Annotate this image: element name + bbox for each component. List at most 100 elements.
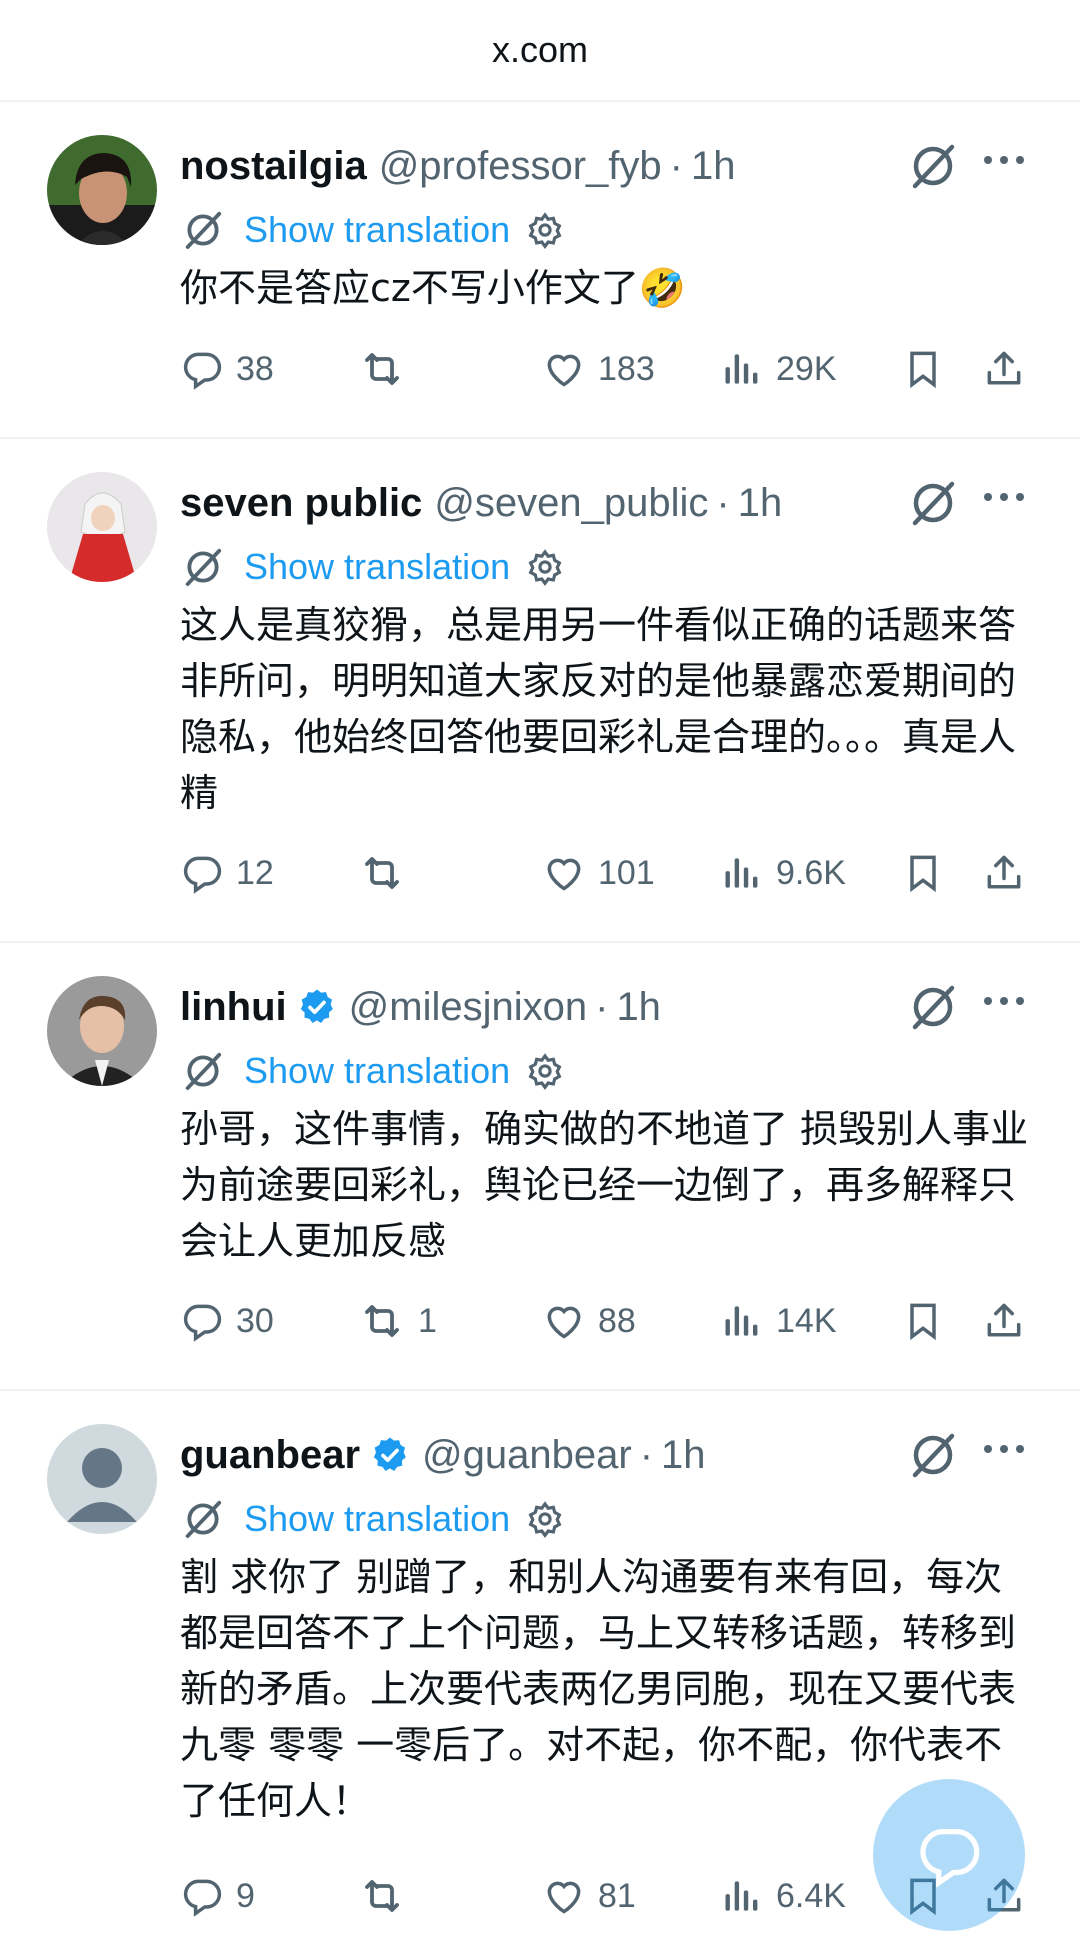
url-text: x.com [491,29,588,70]
display-name[interactable]: seven public [180,481,422,526]
grok-icon[interactable] [906,1428,960,1487]
views-button[interactable]: 6.4K [720,1866,846,1926]
views-icon [725,354,758,384]
verified-badge-icon [370,1435,410,1475]
translate-grok-icon [180,207,226,253]
user-handle[interactable]: @milesjnixon [349,985,587,1030]
reply-button[interactable]: 38 [180,339,274,399]
avatar[interactable] [47,1424,157,1534]
compose-reply-button[interactable] [873,1779,1025,1931]
action-bar: 12 101 9.6K [180,843,1080,903]
reply-count: 38 [236,349,274,388]
show-translation-link[interactable]: Show translation [244,209,510,251]
timestamp[interactable]: 1h [738,481,783,526]
post-2[interactable]: linhui @milesjnixon · 1h Show translatio… [0,943,1080,1391]
action-bar: 30 1 88 14K [180,1291,1080,1351]
views-button[interactable]: 9.6K [720,843,846,903]
post-1[interactable]: seven public @seven_public · 1h Show tra… [0,439,1080,943]
like-count: 183 [598,349,655,388]
heart-icon [547,1881,581,1914]
like-button[interactable]: 183 [542,339,655,399]
grok-icon[interactable] [906,980,960,1039]
show-translation-link[interactable]: Show translation [244,1050,510,1092]
share-icon [987,351,1021,385]
display-name[interactable]: nostailgia [180,144,367,189]
reply-count: 30 [236,1301,274,1340]
avatar[interactable] [47,135,157,245]
user-handle[interactable]: @professor_fyb [379,144,662,189]
timestamp[interactable]: 1h [661,1433,706,1478]
grok-icon[interactable] [906,476,960,535]
bookmark-icon [910,855,936,893]
like-count: 88 [598,1301,636,1340]
avatar[interactable] [47,976,157,1086]
show-translation-link[interactable]: Show translation [244,546,510,588]
repost-icon [365,857,399,889]
display-name[interactable]: linhui [180,985,287,1030]
show-translation-row: Show translation [180,539,564,595]
reply-count: 9 [236,1876,255,1915]
show-translation-link[interactable]: Show translation [244,1498,510,1540]
repost-button[interactable]: 1 [358,1291,437,1351]
like-button[interactable]: 88 [542,1291,636,1351]
timestamp[interactable]: 1h [691,144,736,189]
show-translation-row: Show translation [180,202,564,258]
gear-icon[interactable] [526,548,564,586]
reply-icon [183,352,222,390]
bookmark-button[interactable] [901,339,945,399]
browser-url-bar[interactable]: x.com [0,0,1080,102]
views-button[interactable]: 14K [720,1291,837,1351]
grok-icon[interactable] [906,139,960,198]
reply-icon [183,1304,222,1342]
show-translation-row: Show translation [180,1043,564,1099]
post-text: 割 求你了 别蹭了，和别人沟通要有来有回，每次都是回答不了上个问题，马上又转移话… [180,1555,1017,1823]
user-handle[interactable]: @seven_public [434,481,708,526]
post-text: 孙哥，这件事情，确实做的不地道了 损毁别人事业为前途要回彩礼，舆论已经一边倒了，… [180,1107,1029,1263]
share-button[interactable] [982,1291,1026,1351]
bookmark-button[interactable] [901,843,945,903]
repost-button[interactable] [358,1866,418,1926]
reply-button[interactable]: 12 [180,843,274,903]
views-icon [725,858,758,888]
heart-icon [547,1306,581,1339]
timestamp[interactable]: 1h [616,985,661,1030]
gear-icon[interactable] [526,1052,564,1090]
share-icon [987,855,1021,889]
like-button[interactable]: 101 [542,843,655,903]
post-text: 这人是真狡猾，总是用另一件看似正确的话题来答非所问，明明知道大家反对的是他暴露恋… [180,603,1017,815]
more-options-icon[interactable] [984,493,1024,501]
post-text: 你不是答应cz不写小作文了🤣 [180,266,687,310]
gear-icon[interactable] [526,1500,564,1538]
repost-button[interactable] [358,339,418,399]
heart-icon [547,354,581,387]
share-button[interactable] [982,843,1026,903]
repost-icon [365,1880,399,1912]
share-button[interactable] [982,339,1026,399]
user-handle[interactable]: @guanbear [422,1433,632,1478]
more-options-icon[interactable] [984,1445,1024,1453]
separator-dot: · [669,143,683,188]
like-count: 101 [598,853,655,892]
share-icon [987,1303,1021,1337]
reply-button[interactable]: 30 [180,1291,274,1351]
repost-icon [365,353,399,385]
like-count: 81 [598,1876,636,1915]
more-options-icon[interactable] [984,997,1024,1005]
more-options-icon[interactable] [984,156,1024,164]
avatar[interactable] [47,472,157,582]
view-count: 6.4K [776,1876,846,1915]
display-name[interactable]: guanbear [180,1433,360,1478]
post-0[interactable]: nostailgia @professor_fyb · 1h Show tran… [0,102,1080,439]
reply-button[interactable]: 9 [180,1866,255,1926]
reply-icon [183,856,222,894]
views-button[interactable]: 29K [720,339,837,399]
translate-grok-icon [180,544,226,590]
gear-icon[interactable] [526,211,564,249]
show-translation-row: Show translation [180,1491,564,1547]
separator-dot: · [639,1432,654,1477]
repost-button[interactable] [358,843,418,903]
bookmark-button[interactable] [901,1291,945,1351]
views-icon [725,1881,758,1911]
like-button[interactable]: 81 [542,1866,636,1926]
repost-icon [365,1305,399,1337]
